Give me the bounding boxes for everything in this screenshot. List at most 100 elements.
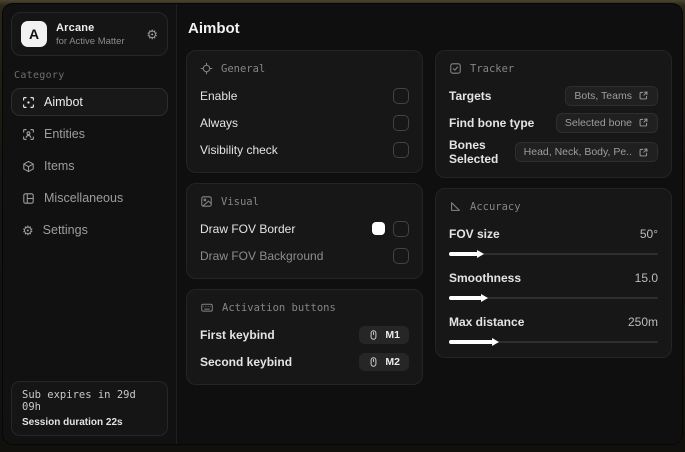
section-title: Accuracy [470, 200, 521, 213]
session-duration-text: Session duration 22s [22, 417, 123, 428]
panels-icon [23, 192, 34, 204]
keybind-value: M1 [385, 328, 400, 341]
dropdown-value: Selected bone [564, 116, 632, 129]
section-accuracy: Accuracy FOV size 50° Smoothness 15.0 Ma… [435, 188, 672, 358]
sidebar-item-label: Settings [42, 223, 88, 237]
setting-row: FOV size 50° [449, 222, 658, 245]
section-activation-buttons: Activation buttons First keybind M1 Seco… [186, 289, 423, 385]
image-icon [201, 196, 212, 207]
setting-row: Find bone type Selected bone [449, 111, 658, 134]
mouse-icon [371, 356, 377, 367]
section-title: Tracker [470, 62, 515, 75]
slider-fill [449, 252, 479, 256]
app-header: A Arcane for Active Matter ⚙ [11, 12, 168, 56]
setting-label: Always [200, 115, 239, 130]
setting-row: Visibility check [200, 138, 409, 161]
sidebar-item-aimbot[interactable]: Aimbot [11, 88, 168, 116]
sidebar-item-settings[interactable]: ⚙ Settings [11, 216, 168, 244]
checkbox-draw-fov-border[interactable] [393, 220, 409, 237]
section-visual: Visual Draw FOV Border Draw FOV Backgrou… [186, 183, 423, 279]
checkbox-draw-fov-background[interactable] [393, 247, 409, 264]
slider-fill [449, 296, 483, 300]
main-content: Aimbot General Enable Always Visibility … [177, 4, 682, 444]
section-header: Activation buttons [200, 301, 409, 314]
setting-row: Smoothness 15.0 [449, 266, 658, 289]
sidebar-item-label: Aimbot [44, 95, 83, 109]
setting-label: Enable [200, 88, 238, 103]
slider-group-fov-size: FOV size 50° [449, 222, 658, 256]
dropdown-bones-selected[interactable]: Head, Neck, Body, Pe.. [514, 142, 658, 162]
subscription-info: Sub expires in 29d 09h Session duration … [11, 381, 168, 436]
sidebar-nav: Aimbot Entities Items Miscellaneous ⚙ Se… [11, 88, 168, 244]
sidebar-item-entities[interactable]: Entities [11, 120, 168, 148]
setting-label: Draw FOV Background [200, 248, 324, 263]
setting-row: Draw FOV Background [200, 244, 409, 267]
checkbox-visibility-check[interactable] [393, 141, 409, 158]
section-header: Visual [200, 195, 409, 208]
sidebar-item-items[interactable]: Items [11, 152, 168, 180]
setting-row: Bones Selected Head, Neck, Body, Pe.. [449, 138, 658, 166]
expand-icon [639, 91, 648, 100]
slider-smoothness[interactable] [449, 296, 658, 300]
dropdown-find-bone-type[interactable]: Selected bone [555, 112, 658, 133]
setting-label: Second keybind [200, 354, 293, 369]
checkbox-enable[interactable] [393, 87, 409, 104]
gear-icon: ⚙ [22, 222, 34, 238]
setting-row: Max distance 250m [449, 310, 658, 333]
page-title: Aimbot [188, 20, 240, 37]
expand-icon [639, 148, 648, 156]
crosshair-dot-icon [200, 62, 213, 75]
dropdown-value: Bots, Teams [574, 89, 632, 102]
gear-icon[interactable]: ⚙ [146, 28, 158, 41]
setting-row: First keybind M1 [200, 323, 409, 346]
setting-label: Max distance [449, 314, 525, 329]
setting-label: First keybind [200, 327, 275, 342]
slider-fill [449, 340, 493, 344]
sub-expires-text: Sub expires in 29d 09h [22, 389, 136, 413]
section-general: General Enable Always Visibility check [186, 50, 423, 173]
slider-group-smoothness: Smoothness 15.0 [449, 266, 658, 300]
person-scan-icon [23, 128, 34, 140]
cube-icon [23, 160, 34, 172]
section-tracker: Tracker Targets Bots, Teams Find bone ty… [435, 50, 672, 178]
app-subtitle: for Active Matter [56, 35, 125, 47]
setting-label: FOV size [449, 226, 500, 241]
slider-max-distance[interactable] [449, 340, 658, 344]
setting-label: Bones Selected [449, 138, 499, 166]
keybind-value: M2 [385, 355, 400, 368]
setting-row: Enable [200, 84, 409, 107]
checkbox-always[interactable] [393, 114, 409, 131]
setting-row: Draw FOV Border [200, 217, 409, 240]
crosshair-icon [23, 96, 34, 108]
section-header: Tracker [449, 62, 658, 75]
section-title: General [221, 62, 266, 75]
sidebar-item-label: Entities [44, 127, 85, 141]
setting-label: Visibility check [200, 142, 278, 157]
app-logo: A [21, 21, 47, 47]
setting-label: Targets [449, 88, 492, 103]
section-title: Activation buttons [222, 301, 336, 314]
slider-fov-size[interactable] [449, 252, 658, 256]
mouse-icon [371, 329, 377, 340]
dropdown-targets[interactable]: Bots, Teams [565, 85, 658, 106]
section-header: General [200, 62, 409, 75]
sidebar-item-label: Items [44, 159, 75, 173]
slider-value: 50° [639, 226, 658, 241]
angle-icon [451, 202, 460, 211]
setting-label: Smoothness [449, 270, 522, 285]
keybind-button-first[interactable]: M1 [359, 325, 409, 344]
dropdown-value: Head, Neck, Body, Pe.. [523, 146, 632, 158]
sidebar-item-miscellaneous[interactable]: Miscellaneous [11, 184, 168, 212]
setting-row: Second keybind M2 [200, 350, 409, 373]
keyboard-icon [201, 303, 213, 312]
category-label: Category [14, 70, 65, 81]
app-name: Arcane [56, 21, 95, 34]
slider-value: 250m [627, 314, 658, 329]
keybind-button-second[interactable]: M2 [359, 352, 409, 371]
app-window: A Arcane for Active Matter ⚙ Category Ai… [2, 3, 683, 445]
color-swatch-fov-border[interactable] [372, 222, 385, 235]
expand-icon [639, 118, 648, 127]
right-column: Tracker Targets Bots, Teams Find bone ty… [435, 50, 672, 358]
left-column: General Enable Always Visibility check V… [186, 50, 423, 385]
slider-value: 15.0 [634, 270, 658, 285]
